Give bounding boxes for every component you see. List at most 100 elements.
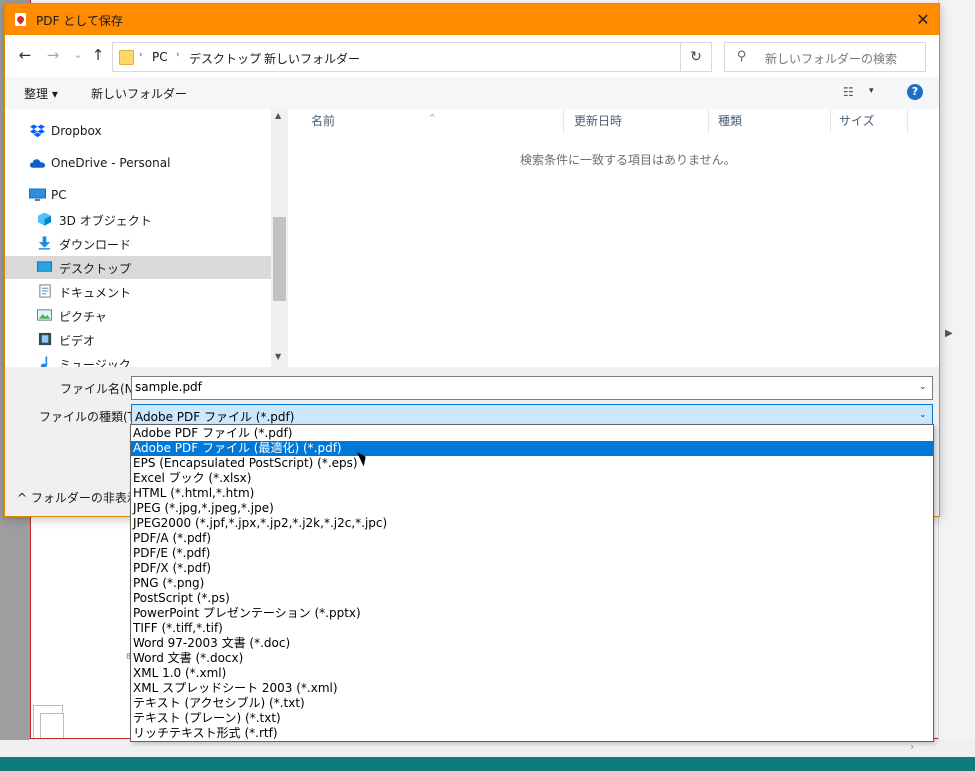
tree-item-desktop[interactable]: デスクトップ [5,256,271,279]
forward-arrow-icon[interactable]: → [42,44,64,66]
new-folder-button[interactable]: 新しいフォルダー [91,85,187,102]
background-status-bar [0,740,975,757]
tree-item-pc[interactable]: PC [5,184,271,207]
tree-item-3d-objects[interactable]: 3D オブジェクト [5,208,271,231]
filetype-option[interactable]: EPS (Encapsulated PostScript) (*.eps) [131,456,933,471]
column-header-type[interactable]: 種類 [714,109,831,133]
column-header-name[interactable]: 名前 ^ [289,109,564,133]
back-arrow-icon[interactable]: ← [14,44,36,66]
filetype-option[interactable]: PostScript (*.ps) [131,591,933,606]
filetype-option[interactable]: PDF/E (*.pdf) [131,546,933,561]
column-header-label: 更新日時 [574,114,623,128]
navigation-pane: Dropbox OneDrive - Personal PC 3D オブジェクト… [5,109,289,367]
tree-item-dropbox[interactable]: Dropbox [5,120,271,143]
filetype-option-label: HTML (*.html,*.htm) [133,486,255,500]
view-options-icon[interactable]: ☷ [843,85,854,99]
column-header-size[interactable]: サイズ [835,109,908,133]
filetype-option-label: テキスト (プレーン) (*.txt) [133,711,281,725]
filetype-option-label: Adobe PDF ファイル (最適化) (*.pdf) [133,441,342,455]
tree-label: Dropbox [51,124,102,138]
filetype-option-label: TIFF (*.tiff,*.tif) [133,621,223,635]
organize-button[interactable]: 整理 ▾ [24,85,58,102]
filename-value: sample.pdf [135,380,202,394]
filetype-option-label: PDF/X (*.pdf) [133,561,212,575]
filetype-option-label: PDF/A (*.pdf) [133,531,212,545]
filetype-option[interactable]: PowerPoint プレゼンテーション (*.pptx) [131,606,933,621]
filetype-option[interactable]: リッチテキスト形式 (*.rtf) [131,726,933,741]
tree-item-documents[interactable]: ドキュメント [5,280,271,303]
filetype-option[interactable]: テキスト (アクセシブル) (*.txt) [131,696,933,711]
chevron-down-icon[interactable]: ⌄ [919,410,927,420]
filetype-option[interactable]: Word 97-2003 文書 (*.doc) [131,636,933,651]
scrollbar-thumb[interactable] [273,217,286,301]
pc-icon [29,188,46,201]
up-arrow-icon[interactable]: ↑ [87,44,109,66]
tree-item-music[interactable]: ミュージック [5,352,271,367]
filetype-option[interactable]: Word 文書 (*.docx) [131,651,933,666]
scroll-up-icon[interactable]: ▲ [275,111,281,120]
chevron-down-icon[interactable]: ▾ [869,86,874,96]
filetype-option[interactable]: Adobe PDF ファイル (最適化) (*.pdf) [131,441,933,456]
filetype-option[interactable]: HTML (*.html,*.htm) [131,486,933,501]
tree-label: ドキュメント [59,286,132,300]
filetype-label: ファイルの種類(T): [39,410,144,424]
address-bar[interactable]: › PC › デスクトップ › 新しいフォルダー ⌄ [112,42,768,72]
window-title: PDF として保存 [36,14,123,28]
filetype-option[interactable]: テキスト (プレーン) (*.txt) [131,711,933,726]
tree-label: PC [51,188,67,202]
filetype-option-label: PNG (*.png) [133,576,205,590]
navigation-bar: ← → ⌄ ↑ › PC › デスクトップ › 新しいフォルダー ⌄ ↻ ⚲ 新… [5,35,939,77]
chevron-right-icon: › [251,50,255,60]
document-icon [39,284,51,298]
filetype-option-label: Excel ブック (*.xlsx) [133,471,252,485]
filetype-option[interactable]: PDF/X (*.pdf) [131,561,933,576]
tree-label: ピクチャ [59,310,107,324]
breadcrumb-new-folder[interactable]: 新しいフォルダー [264,50,360,67]
filetype-option-label: EPS (Encapsulated PostScript) (*.eps) [133,456,358,470]
scroll-down-icon[interactable]: ▼ [275,352,281,361]
filetype-option-label: JPEG (*.jpg,*.jpeg,*.jpe) [133,501,274,515]
cloud-icon [30,159,45,168]
recent-locations-icon[interactable]: ⌄ [67,44,89,66]
search-input[interactable]: ⚲ 新しいフォルダーの検索 [724,42,926,72]
filetype-option[interactable]: Adobe PDF ファイル (*.pdf) [131,426,933,441]
refresh-button[interactable]: ↻ [681,42,712,72]
filetype-option[interactable]: XML スプレッドシート 2003 (*.xml) [131,681,933,696]
tree-item-videos[interactable]: ビデオ [5,328,271,351]
empty-message: 検索条件に一致する項目はありません。 [520,153,736,167]
breadcrumb-pc[interactable]: PC [152,50,168,64]
toolbar: 整理 ▾ 新しいフォルダー ☷ ▾ ? [5,77,939,110]
filetype-option[interactable]: JPEG (*.jpg,*.jpeg,*.jpe) [131,501,933,516]
navigation-scrollbar[interactable]: ▲ ▼ [271,109,288,367]
desktop-icon [37,261,52,272]
music-icon [40,356,48,367]
filetype-option[interactable]: Excel ブック (*.xlsx) [131,471,933,486]
filetype-option[interactable]: XML 1.0 (*.xml) [131,666,933,681]
help-icon[interactable]: ? [907,84,923,100]
tree-label: ビデオ [59,334,96,348]
tree-label: OneDrive - Personal [51,156,171,170]
cube-icon [37,212,52,226]
chevron-down-icon[interactable]: ⌄ [919,382,927,392]
filetype-option[interactable]: PDF/A (*.pdf) [131,531,933,546]
filetype-option-label: XML 1.0 (*.xml) [133,666,227,680]
chevron-right-icon: › [139,50,143,60]
tree-item-downloads[interactable]: ダウンロード [5,232,271,255]
tree-label: ミュージック [59,358,131,367]
filetype-option[interactable]: JPEG2000 (*.jpf,*.jpx,*.jp2,*.j2k,*.j2c,… [131,516,933,531]
title-bar[interactable]: PDF として保存 ✕ [5,4,939,35]
expand-right-icon[interactable]: ▶ [945,328,953,339]
filetype-option[interactable]: PNG (*.png) [131,576,933,591]
folder-icon [119,50,134,65]
filetype-option[interactable]: TIFF (*.tiff,*.tif) [131,621,933,636]
close-button[interactable]: ✕ [909,7,937,33]
tree-item-onedrive[interactable]: OneDrive - Personal [5,152,271,175]
filetype-option-label: XML スプレッドシート 2003 (*.xml) [133,681,338,695]
column-header-modified[interactable]: 更新日時 [570,109,709,133]
hide-folders-button[interactable]: ^ フォルダーの非表示 [17,489,139,506]
filetype-option-label: PDF/E (*.pdf) [133,546,211,560]
tree-item-pictures[interactable]: ピクチャ [5,304,271,327]
filetype-option-label: テキスト (アクセシブル) (*.txt) [133,696,305,710]
filetype-option-label: JPEG2000 (*.jpf,*.jpx,*.jp2,*.j2k,*.j2c,… [133,516,388,530]
filename-field[interactable]: sample.pdf ⌄ [131,376,933,400]
